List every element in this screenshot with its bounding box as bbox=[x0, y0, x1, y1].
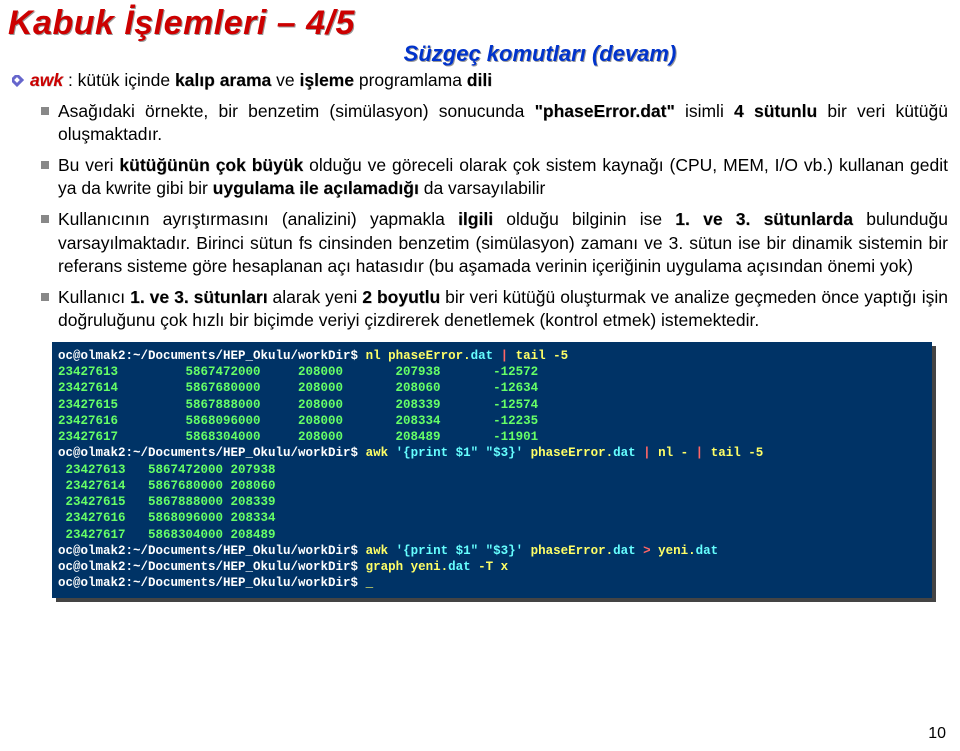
bullet-icon bbox=[12, 69, 30, 92]
bullet-icon bbox=[40, 208, 58, 277]
bullet-example: Asağıdaki örnekte, bir benzetim (simülas… bbox=[40, 100, 948, 146]
bullet-awk-intro: awk : kütük içinde kalıp arama ve işleme… bbox=[12, 69, 948, 92]
page-number: 10 bbox=[928, 725, 946, 743]
bullet-large-file: Bu veri kütüğünün çok büyük olduğu ve gö… bbox=[40, 154, 948, 200]
bullet-columns: Kullanıcının ayrıştırmasını (analizini) … bbox=[40, 208, 948, 277]
bullet-icon bbox=[40, 286, 58, 332]
terminal-block: oc@olmak2:~/Documents/HEP_Okulu/workDir$… bbox=[52, 342, 932, 598]
keyword-awk: awk bbox=[30, 70, 63, 90]
page-subtitle: Süzgeç komutları (devam) bbox=[128, 41, 952, 67]
bullet-icon bbox=[40, 100, 58, 146]
bullet-icon bbox=[40, 154, 58, 200]
page-title: Kabuk İşlemleri – 4/5 bbox=[8, 4, 952, 43]
bullet-user-goal: Kullanıcı 1. ve 3. sütunları alarak yeni… bbox=[40, 286, 948, 332]
